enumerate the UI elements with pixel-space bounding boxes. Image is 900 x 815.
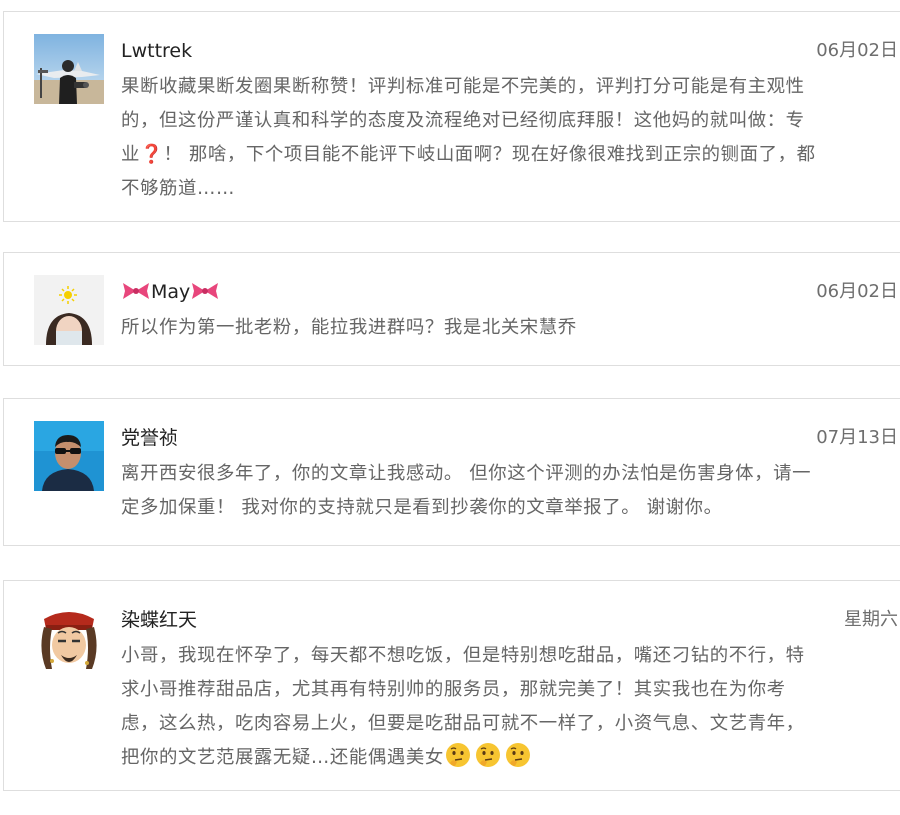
question-mark-icon: ❓ (140, 144, 164, 165)
comment-card: 染蝶红天 星期六 小哥，我现在怀孕了，每天都不想吃饭，但是特别想吃甜品，嘴还刁钻… (3, 580, 900, 791)
thinking-face-emoji-icon (474, 741, 502, 769)
ribbon-bow-icon (190, 281, 220, 301)
emoji-row (444, 741, 534, 781)
comment-card: Lwttrek 06月02日 果断收藏果断发圈果断称赞！评判标准可能是不完美的，… (3, 11, 900, 222)
comment-text: 离开西安很多年了，你的文章让我感动。 但你这个评测的办法怕是伤害身体，请一定多加… (121, 463, 812, 518)
comment-date: 06月02日 (816, 281, 898, 302)
username[interactable]: 染蝶红天 (121, 608, 197, 632)
avatar-photo-icon (34, 275, 104, 345)
avatar[interactable] (34, 275, 104, 345)
ribbon-bow-icon (121, 281, 151, 301)
comment-card: May 06月02日 所以作为第一批老粉，能拉我进群吗？我是北关宋慧乔 (3, 252, 900, 366)
avatar[interactable] (34, 34, 104, 104)
comment-text-part: ！ 那啥，下个项目能不能评下岐山面啊？现在好像很难找到正宗的铡面了，都不够筋道…… (121, 144, 816, 199)
avatar[interactable] (34, 603, 104, 673)
comment-date: 07月13日 (816, 427, 898, 448)
avatar[interactable] (34, 421, 104, 491)
avatar-photo-icon (34, 34, 104, 104)
comment-text: 所以作为第一批老粉，能拉我进群吗？我是北关宋慧乔 (121, 317, 577, 338)
comment-text: 果断收藏果断发圈果断称赞！评判标准可能是不完美的，评判打分可能是有主观性的，但这… (121, 70, 821, 206)
username[interactable]: 党誉祯 (121, 426, 178, 450)
comment-text: 小哥，我现在怀孕了，每天都不想吃饭，但是特别想吃甜品，嘴还刁钻的不行，特求小哥推… (121, 639, 821, 781)
avatar-cartoon-pirate-icon (34, 603, 104, 673)
username[interactable]: Lwttrek (121, 39, 192, 63)
thinking-face-emoji-icon (444, 741, 472, 769)
thinking-face-emoji-icon (504, 741, 532, 769)
comment-card: 党誉祯 07月13日 离开西安很多年了，你的文章让我感动。 但你这个评测的办法怕… (3, 398, 900, 546)
username[interactable]: May (121, 280, 220, 304)
avatar-photo-icon (34, 421, 104, 491)
username-text: May (151, 281, 191, 303)
comment-date: 06月02日 (816, 40, 898, 61)
comment-date: 星期六 (844, 609, 898, 630)
